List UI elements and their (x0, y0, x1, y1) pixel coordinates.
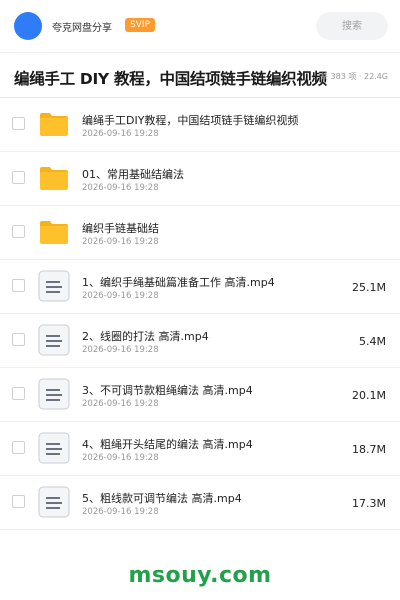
document-icon (38, 324, 70, 356)
row-checkbox[interactable] (12, 333, 25, 346)
list-item[interactable]: 4、粗绳开头结尾的编法 高清.mp4 2026-09-16 19:28 18.7… (0, 422, 400, 476)
file-size: 25.1M (352, 281, 386, 294)
document-icon (38, 378, 70, 410)
share-owner-name: 夸克网盘分享 (52, 23, 112, 34)
list-item[interactable]: 01、常用基础结编法 2026-09-16 19:28 (0, 152, 400, 206)
row-checkbox[interactable] (12, 117, 25, 130)
row-checkbox[interactable] (12, 387, 25, 400)
file-name: 01、常用基础结编法 (82, 168, 184, 181)
list-item[interactable]: 编绳手工DIY教程，中国结项链手链编织视频 2026-09-16 19:28 (0, 98, 400, 152)
file-name: 1、编织手绳基础篇准备工作 高清.mp4 (82, 276, 275, 289)
item-count-size: 共 383 项 · 22.4G (320, 72, 388, 81)
list-item[interactable]: 1、编织手绳基础篇准备工作 高清.mp4 2026-09-16 19:28 25… (0, 260, 400, 314)
list-item[interactable]: 5、粗线款可调节编法 高清.mp4 2026-09-16 19:28 17.3M (0, 476, 400, 530)
folder-icon (40, 167, 68, 190)
file-date: 2026-09-16 19:28 (82, 291, 159, 301)
file-name: 3、不可调节款粗绳编法 高清.mp4 (82, 384, 253, 397)
search-input[interactable] (316, 12, 388, 40)
row-checkbox[interactable] (12, 441, 25, 454)
avatar[interactable] (14, 12, 42, 40)
watermark: msouy.com (128, 563, 272, 588)
title-row: 编绳手工 DIY 教程，中国结项链手链编织视频 共 383 项 · 22.4G (0, 53, 400, 99)
list-item[interactable]: 3、不可调节款粗绳编法 高清.mp4 2026-09-16 19:28 20.1… (0, 368, 400, 422)
list-item[interactable]: 编织手链基础结 2026-09-16 19:28 (0, 206, 400, 260)
file-date: 2026-09-16 19:28 (82, 399, 159, 409)
row-checkbox[interactable] (12, 279, 25, 292)
file-name: 4、粗绳开头结尾的编法 高清.mp4 (82, 438, 253, 451)
row-checkbox[interactable] (12, 495, 25, 508)
file-date: 2026-09-16 19:28 (82, 345, 159, 355)
file-name: 编织手链基础结 (82, 222, 159, 235)
document-icon (38, 432, 70, 464)
file-name: 编绳手工DIY教程，中国结项链手链编织视频 (82, 114, 299, 127)
top-bar: 夸克网盘分享 SVIP (0, 0, 400, 52)
file-name: 2、线圈的打法 高清.mp4 (82, 330, 209, 343)
file-size: 5.4M (359, 335, 386, 348)
row-checkbox[interactable] (12, 171, 25, 184)
page-title: 编绳手工 DIY 教程，中国结项链手链编织视频 (14, 70, 327, 88)
file-date: 2026-09-16 19:28 (82, 507, 159, 517)
file-size: 17.3M (352, 497, 386, 510)
folder-icon (40, 113, 68, 136)
file-date: 2026-09-16 19:28 (82, 237, 159, 247)
document-icon (38, 270, 70, 302)
file-date: 2026-09-16 19:28 (82, 129, 159, 139)
folder-icon (40, 221, 68, 244)
file-date: 2026-09-16 19:28 (82, 453, 159, 463)
file-name: 5、粗线款可调节编法 高清.mp4 (82, 492, 242, 505)
file-list: 编绳手工DIY教程，中国结项链手链编织视频 2026-09-16 19:28 0… (0, 98, 400, 530)
document-icon (38, 486, 70, 518)
row-checkbox[interactable] (12, 225, 25, 238)
file-size: 18.7M (352, 443, 386, 456)
file-date: 2026-09-16 19:28 (82, 183, 159, 193)
file-size: 20.1M (352, 389, 386, 402)
list-item[interactable]: 2、线圈的打法 高清.mp4 2026-09-16 19:28 5.4M (0, 314, 400, 368)
svip-badge: SVIP (125, 18, 155, 32)
